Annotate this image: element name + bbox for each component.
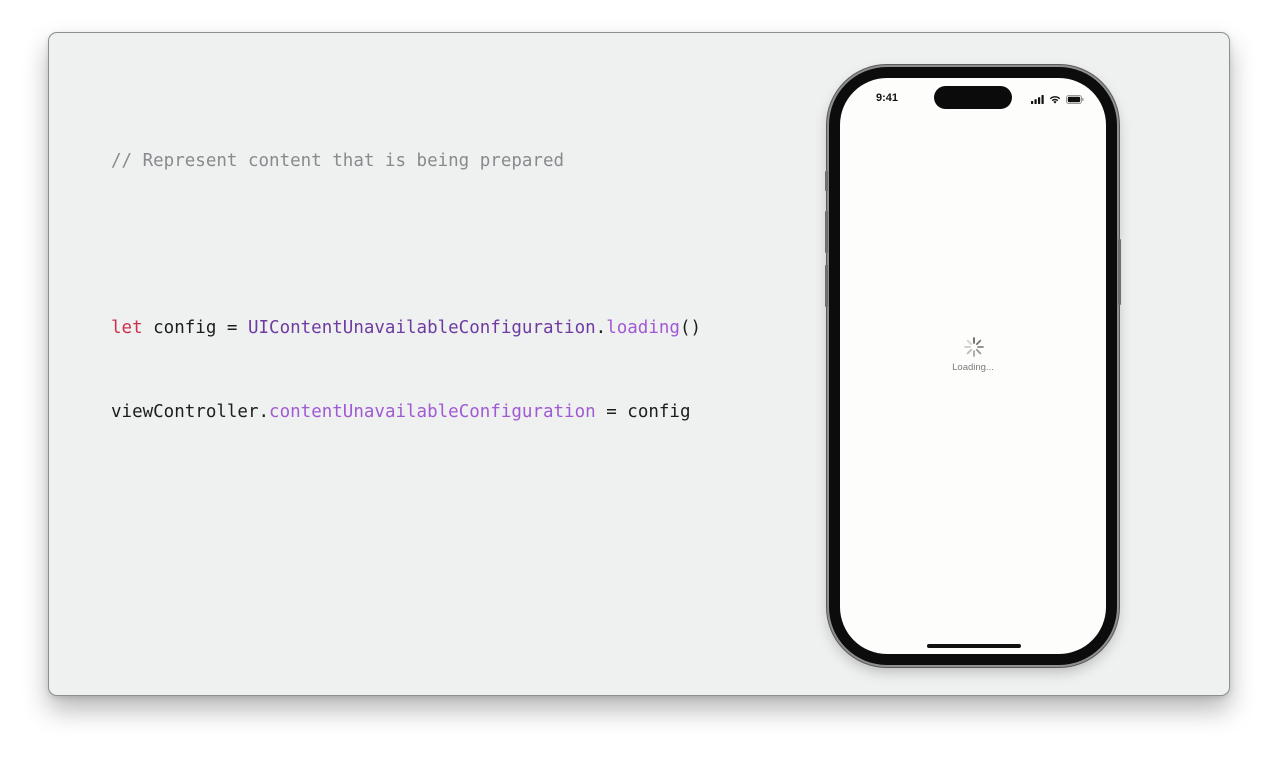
code-call-parens: () [679, 318, 702, 338]
code-assignment: = config [595, 402, 691, 422]
code-dot: . [595, 318, 607, 338]
code-method-loading: loading [606, 318, 680, 338]
code-receiver: viewController. [111, 402, 270, 422]
action-button [825, 171, 828, 191]
activity-spinner-icon [964, 337, 984, 357]
dynamic-island [934, 86, 1012, 109]
code-keyword-let: let [111, 318, 143, 338]
code-variable-config: config = [142, 318, 248, 338]
code-line-1: let config = UIContentUnavailableConfigu… [111, 314, 701, 342]
battery-icon [1066, 94, 1084, 104]
code-type-name: UIContentUnavailableConfiguration [247, 318, 596, 338]
code-line-2: viewController.contentUnavailableConfigu… [111, 398, 701, 426]
code-snippet: // Represent content that is being prepa… [111, 91, 701, 482]
loading-label: Loading... [952, 362, 994, 373]
phone-screen: 9:41 Loading... [840, 78, 1106, 654]
slide: // Represent content that is being prepa… [48, 32, 1230, 696]
code-comment-line: // Represent content that is being prepa… [111, 147, 701, 175]
power-button [1118, 239, 1121, 305]
volume-down-button [825, 265, 828, 307]
wifi-icon [1049, 95, 1061, 104]
home-indicator[interactable] [927, 644, 1021, 648]
volume-up-button [825, 211, 828, 253]
code-property: contentUnavailableConfiguration [269, 402, 596, 422]
code-comment: // Represent content that is being prepa… [111, 151, 565, 171]
iphone-mockup: 9:41 Loading... [825, 67, 1121, 665]
status-bar-icons [1031, 93, 1084, 105]
cellular-signal-icon [1031, 94, 1044, 104]
status-bar-time: 9:41 [876, 92, 899, 104]
